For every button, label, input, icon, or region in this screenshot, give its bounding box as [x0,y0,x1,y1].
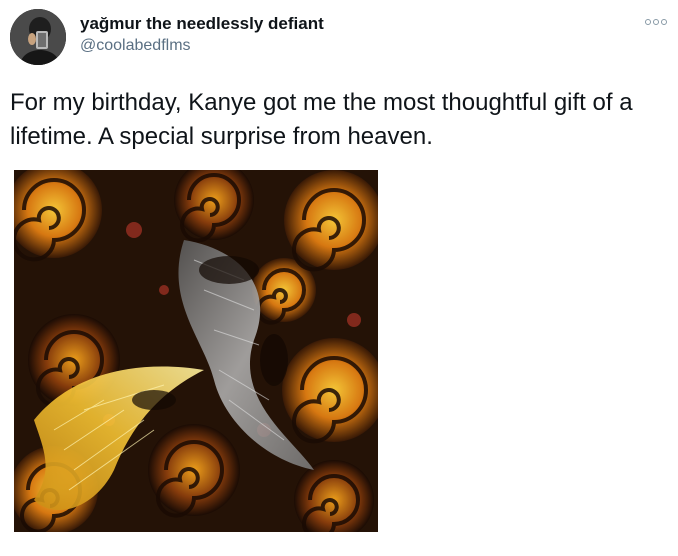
more-dot [653,19,659,25]
display-name[interactable]: yağmur the needlessly defiant [80,14,324,34]
fractal-artwork-image [14,170,378,532]
more-options-icon[interactable] [645,16,667,28]
avatar-image [10,9,66,65]
tweet-text: For my birthday, Kanye got me the most t… [10,89,633,150]
more-dot [645,19,651,25]
more-dot [661,19,667,25]
tweet-media-image[interactable] [14,170,378,532]
tweet-card: yağmur the needlessly defiant @coolabedf… [0,0,678,556]
user-handle[interactable]: @coolabedflms [80,37,191,55]
avatar[interactable] [10,9,66,65]
